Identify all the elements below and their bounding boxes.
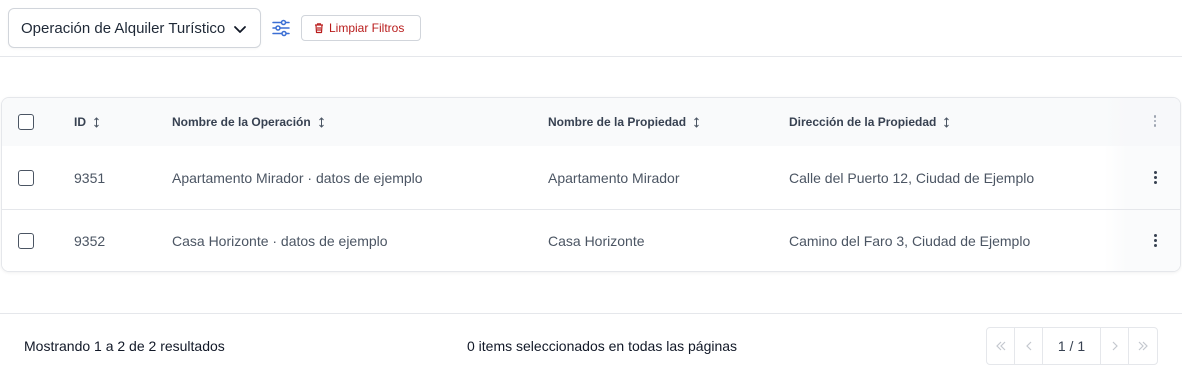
row-checkbox[interactable] (18, 169, 34, 186)
cell-property-address: Calle del Puerto 12, Ciudad de Ejemplo (789, 169, 1035, 186)
sliders-icon[interactable] (271, 18, 291, 38)
trash-icon (315, 23, 323, 34)
toolbar: Operación de Alquiler Turístico Limpiar … (0, 0, 1182, 57)
cell-property-address: Camino del Faro 3, Ciudad de Ejemplo (789, 233, 1031, 249)
page-indicator: 1 / 1 (1043, 328, 1101, 364)
sort-icon (94, 116, 99, 128)
cell-operation-name: Apartamento Mirador · datos de ejemplo (172, 169, 423, 186)
sort-icon (318, 116, 324, 128)
chevrons-left-icon (995, 341, 1005, 351)
select-all-checkbox[interactable] (18, 114, 34, 130)
cell-operation-name: Casa Horizonte · datos de ejemplo (172, 233, 388, 249)
table-row[interactable]: 9351 Apartamento Mirador · datos de ejem… (2, 146, 1180, 209)
pagination: 1 / 1 (986, 327, 1158, 365)
sort-icon (944, 116, 950, 128)
cell-id: 9352 (74, 233, 106, 249)
row-checkbox[interactable] (18, 233, 34, 249)
selection-summary: 0 items seleccionados en todas las págin… (467, 337, 738, 354)
column-header-operation-name[interactable]: Nombre de la Operación (172, 98, 325, 146)
chevron-left-icon (1025, 341, 1031, 351)
row-actions (1104, 146, 1180, 209)
column-header-property-address[interactable]: Dirección de la Propiedad (789, 98, 950, 146)
cell-property-name: Apartamento Mirador (548, 169, 680, 186)
chevrons-right-icon (1138, 341, 1148, 351)
first-page-button[interactable] (987, 328, 1015, 364)
column-header-actions (1104, 98, 1180, 146)
clear-filters-label: Limpiar Filtros (329, 21, 405, 35)
operation-type-dropdown[interactable]: Operación de Alquiler Turístico (8, 8, 261, 48)
table-row[interactable]: 9352 Casa Horizonte · datos de ejemplo C… (2, 209, 1180, 271)
dropdown-value: Operación de Alquiler Turístico (21, 19, 226, 37)
table-header: ID Nombre de la Operación Nombre de la P… (2, 98, 1180, 146)
chevron-down-icon (234, 26, 246, 33)
cell-property-name: Casa Horizonte (548, 233, 645, 249)
clear-filters-button[interactable]: Limpiar Filtros (301, 15, 421, 41)
more-vertical-icon[interactable] (1153, 115, 1157, 129)
last-page-button[interactable] (1129, 328, 1157, 364)
table-footer: Mostrando 1 a 2 de 2 resultados 0 items … (0, 313, 1182, 376)
previous-page-button[interactable] (1015, 328, 1043, 364)
results-summary: Mostrando 1 a 2 de 2 resultados (24, 337, 225, 354)
row-actions (1104, 210, 1180, 271)
data-table: ID Nombre de la Operación Nombre de la P… (1, 97, 1181, 272)
sort-icon (694, 116, 699, 128)
more-vertical-icon[interactable] (1153, 170, 1157, 185)
column-header-id[interactable]: ID (74, 98, 100, 146)
chevron-right-icon (1112, 341, 1118, 351)
more-vertical-icon[interactable] (1153, 234, 1157, 248)
cell-id: 9351 (74, 169, 106, 186)
next-page-button[interactable] (1101, 328, 1129, 364)
column-header-property-name[interactable]: Nombre de la Propiedad (548, 98, 700, 146)
